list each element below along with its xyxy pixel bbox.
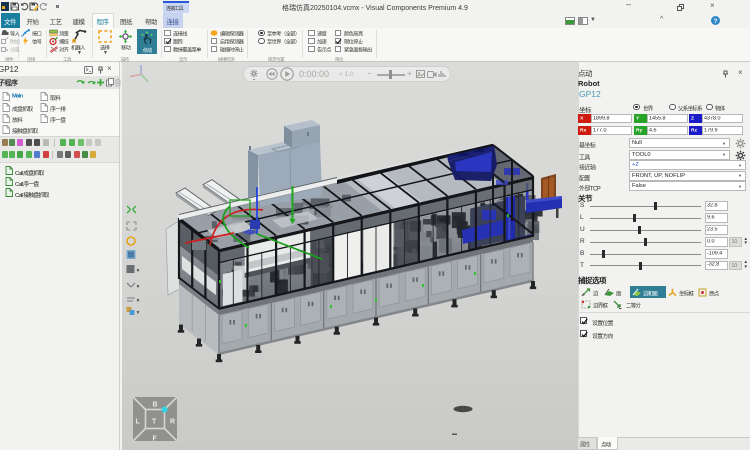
svg-text:F: F bbox=[153, 436, 158, 443]
svg-text:▼: ▼ bbox=[136, 298, 141, 304]
svg-text:L: L bbox=[136, 419, 141, 426]
svg-text:B: B bbox=[153, 402, 158, 409]
svg-text:T: T bbox=[152, 419, 157, 426]
svg-text:▼: ▼ bbox=[136, 284, 141, 290]
svg-text:▼: ▼ bbox=[136, 268, 141, 274]
svg-text:R: R bbox=[170, 419, 175, 426]
svg-text:▼: ▼ bbox=[136, 310, 141, 316]
